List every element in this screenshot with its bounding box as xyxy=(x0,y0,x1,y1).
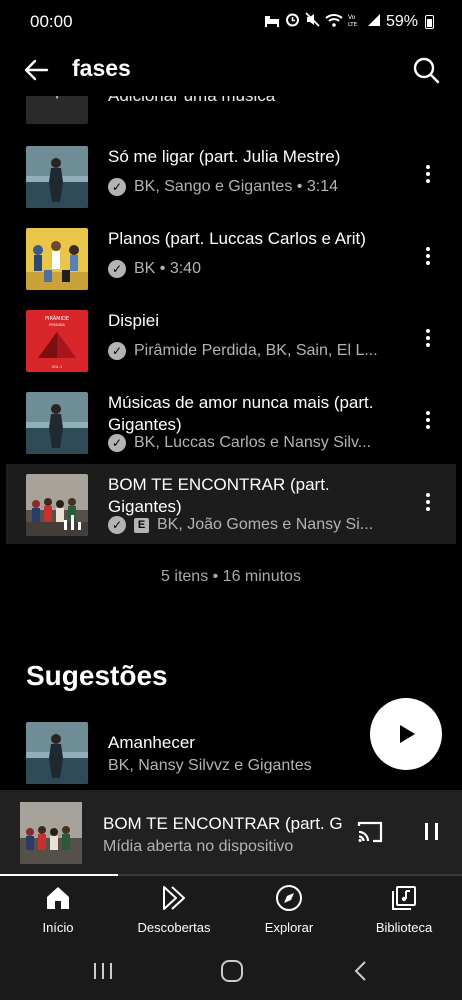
recents-button[interactable] xyxy=(90,958,116,984)
cast-icon xyxy=(357,821,383,843)
verified-icon: ✓ xyxy=(108,516,126,534)
chevron-left-icon xyxy=(354,961,366,981)
song-title: Amanhecer xyxy=(108,733,195,752)
mini-player-art xyxy=(20,802,82,864)
home-circle-icon xyxy=(221,960,243,982)
svg-text:VOL.1: VOL.1 xyxy=(52,365,62,369)
compass-icon xyxy=(276,885,302,911)
playlist-content[interactable]: Adicionar uma música Só me ligar (part. … xyxy=(0,96,462,790)
alarm-icon xyxy=(285,12,300,31)
song-title: Dispiei xyxy=(108,311,160,330)
song-title: Planos (part. Luccas Carlos e Arit) xyxy=(108,229,366,248)
mini-player-subtitle: Mídia aberta no dispositivo xyxy=(103,838,294,855)
samples-icon xyxy=(163,886,185,910)
album-art xyxy=(26,392,88,454)
mini-player-title: BOM TE ENCONTRAR (part. G xyxy=(103,814,343,833)
nav-explore-label: Explorar xyxy=(264,920,314,935)
play-button[interactable] xyxy=(370,698,442,770)
add-icon xyxy=(26,96,88,124)
more-options-button[interactable] xyxy=(418,408,438,436)
song-row[interactable]: PIRÂMIDE PERDIDA VOL.1 Dispiei ✓ Pirâmide … xyxy=(0,300,462,380)
song-row[interactable]: Planos (part. Luccas Carlos e Arit) ✓ BK… xyxy=(0,218,462,298)
system-back-button[interactable] xyxy=(348,958,374,984)
more-options-button[interactable] xyxy=(418,162,438,190)
song-row[interactable]: Músicas de amor nunca mais (part. Gigant… xyxy=(0,382,462,462)
home-icon xyxy=(47,887,69,909)
verified-icon: ✓ xyxy=(108,434,126,452)
explicit-icon: E xyxy=(134,517,149,533)
app-header: fases xyxy=(0,44,462,96)
song-meta: ✓ BK • 3:40 xyxy=(108,260,398,278)
svg-text:Vo: Vo xyxy=(348,14,356,21)
battery-icon xyxy=(425,14,434,29)
album-art xyxy=(26,722,88,784)
verified-icon: ✓ xyxy=(108,342,126,360)
album-art xyxy=(26,228,88,290)
nav-samples-label: Descobertas xyxy=(137,920,211,935)
signal-icon xyxy=(367,13,381,31)
verified-icon: ✓ xyxy=(108,178,126,196)
song-title: Só me ligar (part. Julia Mestre) xyxy=(108,147,341,166)
cast-button[interactable] xyxy=(356,820,384,844)
song-artists: BK, Luccas Carlos e Nansy Silv... xyxy=(134,434,372,451)
song-title: BOM TE ENCONTRAR (part. Gigantes) xyxy=(108,475,330,516)
verified-icon: ✓ xyxy=(108,260,126,278)
song-row-playing[interactable]: BOM TE ENCONTRAR (part. Gigantes) ✓ E BK… xyxy=(6,464,456,544)
nav-home-label: Início xyxy=(42,920,74,935)
nav-samples[interactable]: Descobertas xyxy=(124,884,224,942)
more-options-button[interactable] xyxy=(418,490,438,518)
song-artists: BK, João Gomes e Nansy Si... xyxy=(157,516,374,533)
nav-library-label: Biblioteca xyxy=(375,920,433,935)
mini-player[interactable]: BOM TE ENCONTRAR (part. G Mídia aberta n… xyxy=(0,790,462,876)
album-art: PIRÂMIDE PERDIDA VOL.1 xyxy=(26,310,88,372)
more-options-button[interactable] xyxy=(418,244,438,272)
battery-level: 59% xyxy=(385,12,418,30)
svg-text:PIRÂMIDE: PIRÂMIDE xyxy=(45,315,69,322)
song-artists: BK, Nansy Silvvz e Gigantes xyxy=(108,757,312,774)
song-meta: BK, Nansy Silvvz e Gigantes xyxy=(108,757,398,775)
svg-text:LTE: LTE xyxy=(348,22,358,27)
volte-icon: Vo LTE xyxy=(348,13,362,31)
add-song-label: Adicionar uma música xyxy=(108,96,275,106)
suggestions-title: Sugestões xyxy=(26,660,168,691)
song-artists: BK • 3:40 xyxy=(134,260,201,277)
add-song-row[interactable]: Adicionar uma música xyxy=(0,96,462,124)
search-button[interactable] xyxy=(410,54,442,86)
status-time: 00:00 xyxy=(30,12,73,31)
song-artists: BK, Sango e Gigantes • 3:14 xyxy=(134,178,338,195)
status-bar: 00:00 Vo LTE 59% xyxy=(0,0,462,44)
library-icon xyxy=(392,886,416,910)
song-meta: ✓ BK, Luccas Carlos e Nansy Silv... xyxy=(108,434,398,452)
more-options-button[interactable] xyxy=(418,326,438,354)
pause-button[interactable] xyxy=(422,820,442,844)
recents-icon xyxy=(94,963,112,979)
nav-home[interactable]: Início xyxy=(8,884,108,942)
home-system-button[interactable] xyxy=(219,958,245,984)
arrow-back-icon xyxy=(24,59,49,81)
equalizer-icon xyxy=(64,515,81,530)
song-row[interactable]: Só me ligar (part. Julia Mestre) ✓ BK, S… xyxy=(0,136,462,216)
svg-text:PERDIDA: PERDIDA xyxy=(49,323,65,327)
search-icon xyxy=(413,57,440,84)
back-button[interactable] xyxy=(20,54,52,86)
system-nav-bar xyxy=(0,944,462,1000)
sleep-icon xyxy=(264,13,280,31)
nav-library[interactable]: Biblioteca xyxy=(354,884,454,942)
song-title: Músicas de amor nunca mais (part. Gigant… xyxy=(108,393,374,434)
bottom-nav: Início Descobertas Explorar Biblioteca xyxy=(0,876,462,944)
page-title: fases xyxy=(72,55,131,81)
play-icon xyxy=(400,725,415,743)
wifi-icon xyxy=(325,13,343,31)
song-meta: ✓ E BK, João Gomes e Nansy Si... xyxy=(108,516,398,534)
album-art xyxy=(26,146,88,208)
album-art xyxy=(26,474,88,536)
pause-icon xyxy=(425,823,438,840)
song-meta: ✓ Pirâmide Perdida, BK, Sain, El L... xyxy=(108,342,398,360)
playlist-summary: 5 itens • 16 minutos xyxy=(161,568,301,585)
mute-icon xyxy=(305,12,320,31)
nav-explore[interactable]: Explorar xyxy=(239,884,339,942)
song-artists: Pirâmide Perdida, BK, Sain, El L... xyxy=(134,342,378,359)
song-meta: ✓ BK, Sango e Gigantes • 3:14 xyxy=(108,178,398,196)
status-icons: Vo LTE 59% xyxy=(264,12,434,31)
